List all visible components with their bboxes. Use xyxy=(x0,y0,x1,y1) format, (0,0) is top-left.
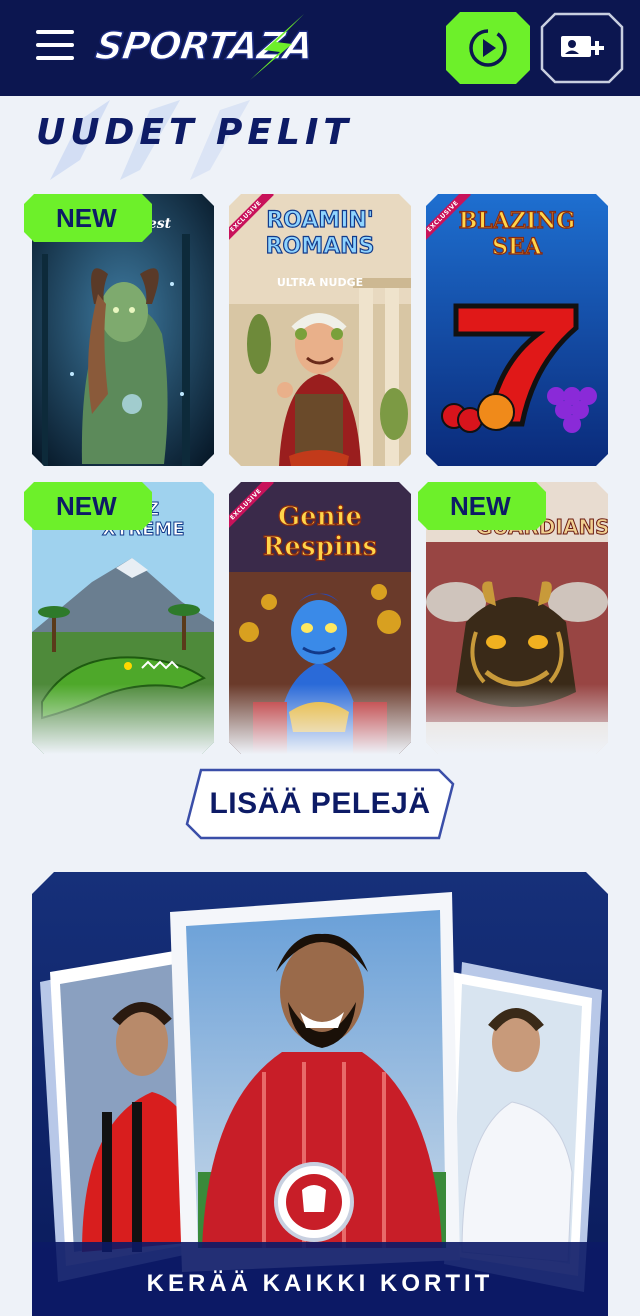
tile-fade xyxy=(426,684,608,754)
banner-caption: KERÄÄ KAIKKI KORTIT xyxy=(146,1270,494,1297)
section-title: UUDET PELIT xyxy=(36,112,353,153)
more-games-label: LISÄÄ PELEJÄ xyxy=(209,787,431,820)
play-circle-icon xyxy=(446,12,530,84)
game-subtitle: ULTRA NUDGE xyxy=(276,276,364,289)
new-badge: NEW xyxy=(418,482,546,530)
play-button[interactable] xyxy=(446,12,530,84)
more-games-button[interactable]: LISÄÄ PELEJÄ xyxy=(185,768,455,840)
hamburger-menu-icon[interactable] xyxy=(36,30,74,64)
top-header: SPORTAZA xyxy=(0,0,640,96)
tile-fade xyxy=(32,684,214,754)
new-badge: NEW xyxy=(24,482,152,530)
game-tile-blazing-sea[interactable]: EXCLUSIVE BLAZING SEA xyxy=(426,194,608,466)
sportaza-logo[interactable]: SPORTAZA xyxy=(92,14,316,80)
add-account-icon xyxy=(540,12,624,84)
game-tile-roamin-romans[interactable]: EXCLUSIVE ROAMIN' ROMANS ULTRA NUDGE xyxy=(229,194,411,466)
logo-bolt-icon xyxy=(250,14,304,80)
game-title: Genie Respins xyxy=(262,501,378,562)
collect-cards-banner[interactable]: KERÄÄ KAIKKI KORTIT xyxy=(32,872,608,1316)
new-badge: NEW xyxy=(24,194,152,242)
game-title: ROAMIN' ROMANS xyxy=(265,207,375,259)
football-cards-artwork xyxy=(32,872,608,1316)
game-title: BLAZING SEA xyxy=(458,207,576,260)
tile-fade xyxy=(229,684,411,754)
account-button[interactable] xyxy=(540,12,624,84)
game-tile-genie-respins[interactable]: EXCLUSIVE Genie Respins xyxy=(229,482,411,754)
